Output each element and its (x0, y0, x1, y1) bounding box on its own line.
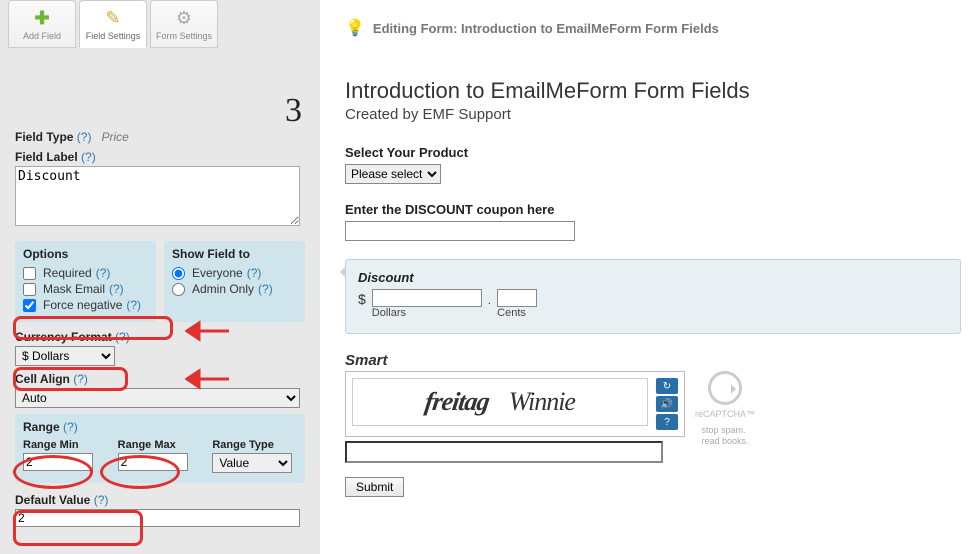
help-link[interactable]: (?) (247, 266, 262, 280)
help-link[interactable]: (?) (63, 420, 78, 434)
options-group: Options Required (?) Mask Email (?) Forc… (15, 241, 156, 322)
product-select[interactable]: Please select (345, 164, 441, 184)
tab-label: Add Field (23, 31, 61, 41)
help-link[interactable]: (?) (73, 372, 88, 386)
captcha-input[interactable] (345, 441, 663, 463)
help-link[interactable]: (?) (258, 282, 273, 296)
range-max-label: Range Max (118, 439, 203, 451)
range-group: Range (?) Range Min Range Max Range Type… (15, 414, 305, 483)
help-link[interactable]: (?) (109, 282, 124, 296)
help-link[interactable]: (?) (81, 150, 96, 164)
options-title: Options (23, 247, 148, 261)
range-min-input[interactable] (23, 453, 93, 471)
range-type-label: Range Type (212, 439, 297, 451)
coupon-input[interactable] (345, 221, 575, 241)
pencil-icon: ✎ (105, 8, 120, 29)
tab-row: ✚ Add Field ✎ Field Settings ⚙ Form Sett… (0, 0, 320, 48)
captcha-audio-icon[interactable]: 🔊 (656, 396, 678, 412)
submit-button[interactable]: Submit (345, 477, 404, 497)
admin-only-radio[interactable] (172, 283, 185, 296)
captcha-section: Smart freitag Winnie ↻ 🔊 ? (345, 352, 961, 463)
recaptcha-circle-icon (708, 371, 742, 405)
default-value-label: Default Value (?) (15, 493, 305, 507)
default-value-input[interactable] (15, 509, 300, 527)
help-link[interactable]: (?) (115, 330, 130, 344)
settings-body: Field Type (?) Price Field Label (?) Dis… (0, 118, 320, 527)
tab-field-settings[interactable]: ✎ Field Settings (79, 0, 147, 48)
editing-bar: 💡 Editing Form: Introduction to EmailMeF… (345, 10, 961, 38)
plus-icon: ✚ (34, 8, 49, 29)
captcha-image: freitag Winnie (352, 378, 648, 426)
lightbulb-icon: 💡 (345, 18, 365, 38)
captcha-help-icon[interactable]: ? (656, 414, 678, 430)
currency-format-select[interactable]: $ Dollars (15, 346, 115, 366)
field-label-input[interactable]: Discount (15, 166, 300, 226)
captcha-box: freitag Winnie ↻ 🔊 ? (345, 371, 685, 437)
recaptcha-logo: reCAPTCHA™ stop spam.read books. (695, 371, 755, 447)
cell-align-label: Cell Align (?) (15, 372, 305, 386)
field-label-label: Field Label (?) (15, 150, 305, 164)
cell-align-select[interactable]: Auto (15, 388, 300, 408)
required-checkbox[interactable] (23, 267, 36, 280)
currency-format-label: Currency Format (?) (15, 330, 305, 344)
cents-input[interactable] (497, 289, 537, 307)
tab-label: Field Settings (86, 31, 141, 41)
dollars-label: Dollars (372, 307, 482, 319)
help-link[interactable]: (?) (96, 266, 111, 280)
cents-label: Cents (497, 307, 537, 319)
coupon-label: Enter the DISCOUNT coupon here (345, 202, 961, 217)
discount-field-box[interactable]: Discount $ Dollars . Cents (345, 259, 961, 334)
discount-label: Discount (358, 270, 948, 285)
range-type-select[interactable]: Value (212, 453, 292, 473)
gear-icon: ⚙ (176, 8, 192, 29)
show-field-title: Show Field to (172, 247, 297, 261)
dollars-input[interactable] (372, 289, 482, 307)
product-label: Select Your Product (345, 145, 961, 160)
everyone-radio[interactable] (172, 267, 185, 280)
tab-label: Form Settings (156, 31, 212, 41)
field-type-label: Field Type (?) Price (15, 130, 305, 144)
tab-add-field[interactable]: ✚ Add Field (8, 0, 76, 48)
left-settings-panel: ✚ Add Field ✎ Field Settings ⚙ Form Sett… (0, 0, 320, 554)
coupon-field: Enter the DISCOUNT coupon here (345, 202, 961, 241)
field-type-value: Price (101, 130, 128, 144)
form-subtitle: Created by EMF Support (345, 106, 961, 123)
step-number: 3 (285, 92, 302, 130)
mask-email-checkbox[interactable] (23, 283, 36, 296)
right-preview-panel: 💡 Editing Form: Introduction to EmailMeF… (320, 0, 976, 554)
captcha-input-row (345, 441, 685, 463)
product-field: Select Your Product Please select (345, 145, 961, 184)
captcha-refresh-icon[interactable]: ↻ (656, 378, 678, 394)
help-link[interactable]: (?) (94, 493, 109, 507)
currency-symbol: $ (358, 291, 366, 307)
form-title: Introduction to EmailMeForm Form Fields (345, 78, 961, 104)
show-field-group: Show Field to Everyone (?) Admin Only (?… (164, 241, 305, 322)
help-link[interactable]: (?) (126, 298, 141, 312)
smart-label: Smart (345, 352, 961, 369)
range-min-label: Range Min (23, 439, 108, 451)
force-negative-checkbox[interactable] (23, 299, 36, 312)
help-link[interactable]: (?) (77, 130, 92, 144)
range-max-input[interactable] (118, 453, 188, 471)
tab-form-settings[interactable]: ⚙ Form Settings (150, 0, 218, 48)
